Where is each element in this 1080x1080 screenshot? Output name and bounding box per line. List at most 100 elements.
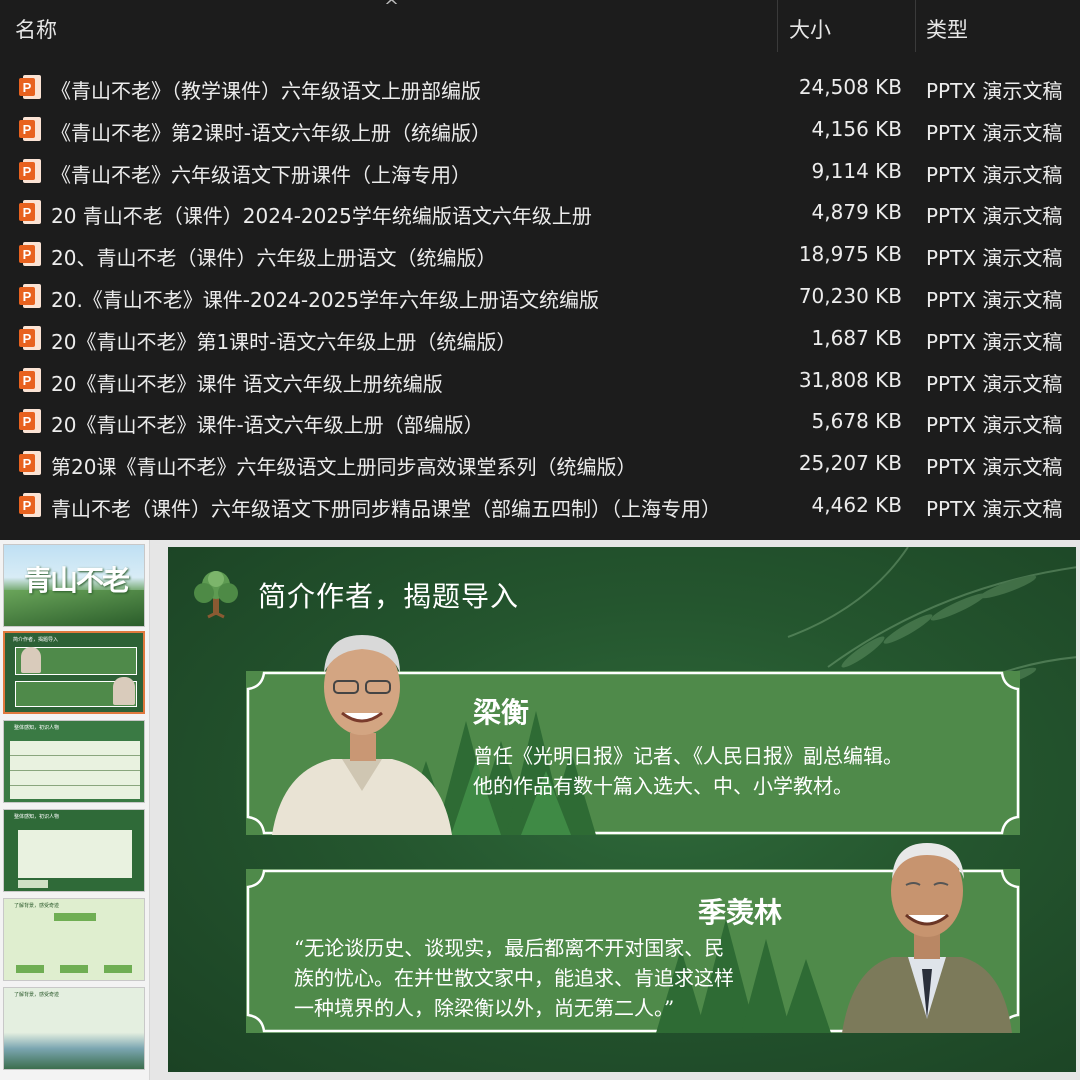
file-type: PPTX 演示文稿 xyxy=(926,413,1063,438)
file-size: 4,879 KB xyxy=(811,200,902,225)
file-type: PPTX 演示文稿 xyxy=(926,371,1063,396)
slide-thumbnail[interactable]: 整体感知，初识人物 xyxy=(3,809,145,892)
thumbnail-title: 整体感知，初识人物 xyxy=(14,814,60,820)
label-box xyxy=(18,880,48,888)
file-row[interactable]: P 第20课《青山不老》六年级语文上册同步高效课堂系列（统编版） 25,207 … xyxy=(0,443,1080,485)
column-divider[interactable] xyxy=(915,0,916,52)
label-box xyxy=(104,965,132,973)
slide-thumbnail[interactable]: 了解背景，感受奇迹 xyxy=(3,987,145,1070)
file-name: 《青山不老》六年级语文下册课件（上海专用） xyxy=(51,162,471,187)
file-row[interactable]: P 20《青山不老》课件-语文六年级上册（部编版） 5,678 KB PPTX … xyxy=(0,401,1080,443)
file-size: 31,808 KB xyxy=(798,367,902,392)
file-type: PPTX 演示文稿 xyxy=(926,455,1063,480)
file-name: 20.《青山不老》课件-2024-2025学年六年级上册语文统编版 xyxy=(51,287,600,312)
file-size: 4,156 KB xyxy=(811,116,902,141)
slide-thumbnail-selected[interactable]: 简介作者，揭题导入 xyxy=(3,631,145,714)
file-explorer: ^ 名称 大小 类型 P 《青山不老》（教学课件）六年级语文上册部编版 24,5… xyxy=(0,0,1080,540)
portrait-image xyxy=(113,677,135,705)
label-box xyxy=(16,965,44,973)
pptx-file-icon: P xyxy=(19,116,41,141)
svg-text:P: P xyxy=(23,164,32,179)
column-divider[interactable] xyxy=(777,0,778,52)
file-row[interactable]: P 20《青山不老》课件 语文六年级上册统编版 31,808 KB PPTX 演… xyxy=(0,360,1080,402)
quote-line: 族的忧心。在并世散文家中，能追求、肯追求这样 xyxy=(294,966,734,990)
file-row[interactable]: P 《青山不老》第2课时-语文六年级上册（统编版） 4,156 KB PPTX … xyxy=(0,109,1080,151)
column-header-size[interactable]: 大小 xyxy=(789,14,831,44)
svg-text:P: P xyxy=(23,456,32,471)
author-bio-line: 曾任《光明日报》记者、《人民日报》副总编辑。 xyxy=(473,744,903,768)
svg-text:P: P xyxy=(23,122,32,137)
file-name: 20 青山不老（课件）2024-2025学年统编版语文六年级上册 xyxy=(51,204,592,229)
file-type: PPTX 演示文稿 xyxy=(926,496,1063,521)
file-type: PPTX 演示文稿 xyxy=(926,287,1063,312)
liang-heng-portrait xyxy=(272,635,452,835)
file-row[interactable]: P 20 青山不老（课件）2024-2025学年统编版语文六年级上册 4,879… xyxy=(0,192,1080,234)
label-box xyxy=(54,913,96,921)
column-header-bar: ^ 名称 大小 类型 xyxy=(0,0,1080,54)
file-type: PPTX 演示文稿 xyxy=(926,204,1063,229)
pptx-file-icon: P xyxy=(19,451,41,476)
pptx-file-icon: P xyxy=(19,158,41,183)
sort-caret-icon[interactable]: ^ xyxy=(384,0,399,17)
svg-text:P: P xyxy=(23,331,32,346)
slide-thumbnail[interactable]: 了解背景，感受奇迹 xyxy=(3,898,145,981)
thumbnail-title: 了解背景，感受奇迹 xyxy=(14,903,60,909)
file-size: 70,230 KB xyxy=(798,283,902,308)
ji-xianlin-portrait xyxy=(842,843,1012,1033)
slide-thumbnail[interactable]: 青山不老 xyxy=(3,544,145,627)
pptx-file-icon: P xyxy=(19,283,41,308)
slide-title: 简介作者，揭题导入 xyxy=(258,580,520,613)
author-bio-line: 他的作品有数十篇入选大、中、小学教材。 xyxy=(473,774,853,798)
file-row[interactable]: P 20、青山不老（课件）六年级上册语文（统编版） 18,975 KB PPTX… xyxy=(0,234,1080,276)
file-name: 20、青山不老（课件）六年级上册语文（统编版） xyxy=(51,246,497,271)
author-name: 梁衡 xyxy=(473,696,530,729)
thumbnail-title: 简介作者，揭题导入 xyxy=(13,637,59,643)
column-header-type[interactable]: 类型 xyxy=(926,14,968,44)
tree-icon xyxy=(194,571,238,619)
file-name: 青山不老（课件）六年级语文下册同步精品课堂（部编五四制）（上海专用） xyxy=(51,496,721,521)
column-header-name[interactable]: 名称 xyxy=(15,14,57,44)
pptx-file-icon: P xyxy=(19,75,41,99)
file-type: PPTX 演示文稿 xyxy=(926,246,1063,271)
svg-text:P: P xyxy=(23,498,32,513)
file-name: 《青山不老》第2课时-语文六年级上册（统编版） xyxy=(51,120,491,145)
slide-canvas[interactable]: 简介作者，揭题导入 梁衡 曾任《光明日报》记者、《人民日报》副总编辑。 他的作品… xyxy=(168,547,1076,1072)
file-size: 18,975 KB xyxy=(798,242,902,267)
file-name: 20《青山不老》课件-语文六年级上册（部编版） xyxy=(51,413,484,438)
file-list: P 《青山不老》（教学课件）六年级语文上册部编版 24,508 KB PPTX … xyxy=(0,67,1080,527)
file-size: 1,687 KB xyxy=(811,325,902,350)
pptx-file-icon: P xyxy=(19,367,41,392)
file-size: 5,678 KB xyxy=(811,409,902,434)
thumbnail-title: 青山不老 xyxy=(24,564,130,597)
file-row[interactable]: P 青山不老（课件）六年级语文下册同步精品课堂（部编五四制）（上海专用） 4,4… xyxy=(0,485,1080,527)
svg-text:P: P xyxy=(23,80,32,95)
file-size: 25,207 KB xyxy=(798,451,902,476)
svg-text:P: P xyxy=(23,247,32,262)
slide-thumbnail[interactable]: 整体感知，初识人物 xyxy=(3,720,145,803)
author-card: 梁衡 曾任《光明日报》记者、《人民日报》副总编辑。 他的作品有数十篇入选大、中、… xyxy=(246,635,1020,835)
file-row[interactable]: P 《青山不老》（教学课件）六年级语文上册部编版 24,508 KB PPTX … xyxy=(0,67,1080,109)
file-size: 24,508 KB xyxy=(798,75,902,99)
svg-text:P: P xyxy=(23,373,32,388)
quote-line: 一种境界的人，除梁衡以外，尚无第二人。” xyxy=(294,996,675,1020)
svg-text:P: P xyxy=(23,289,32,304)
file-size: 9,114 KB xyxy=(811,158,902,183)
file-name: 《青山不老》（教学课件）六年级语文上册部编版 xyxy=(51,79,481,103)
svg-text:P: P xyxy=(23,205,32,220)
file-name: 20《青山不老》课件 语文六年级上册统编版 xyxy=(51,371,443,396)
pptx-file-icon: P xyxy=(19,242,41,267)
pptx-file-icon: P xyxy=(19,409,41,434)
author-name: 季羡林 xyxy=(698,896,783,929)
pptx-file-icon: P xyxy=(19,200,41,225)
file-row[interactable]: P 《青山不老》六年级语文下册课件（上海专用） 9,114 KB PPTX 演示… xyxy=(0,151,1080,193)
quote-card: 季羡林 “无论谈历史、谈现实，最后都离不开对国家、民 族的忧心。在并世散文家中，… xyxy=(246,843,1020,1033)
file-type: PPTX 演示文稿 xyxy=(926,329,1063,354)
file-row[interactable]: P 20.《青山不老》课件-2024-2025学年六年级上册语文统编版 70,2… xyxy=(0,276,1080,318)
file-name: 第20课《青山不老》六年级语文上册同步高效课堂系列（统编版） xyxy=(51,455,637,480)
slide-thumbnail-pane[interactable]: 青山不老 简介作者，揭题导入 整体感知，初识人物 整体感知，初识人物 了解背景，… xyxy=(0,540,150,1080)
pptx-file-icon: P xyxy=(19,325,41,350)
table-image xyxy=(10,741,140,799)
presentation-editor: 青山不老 简介作者，揭题导入 整体感知，初识人物 整体感知，初识人物 了解背景，… xyxy=(0,540,1080,1080)
svg-text:P: P xyxy=(23,414,32,429)
file-row[interactable]: P 20《青山不老》第1课时-语文六年级上册（统编版） 1,687 KB PPT… xyxy=(0,318,1080,360)
